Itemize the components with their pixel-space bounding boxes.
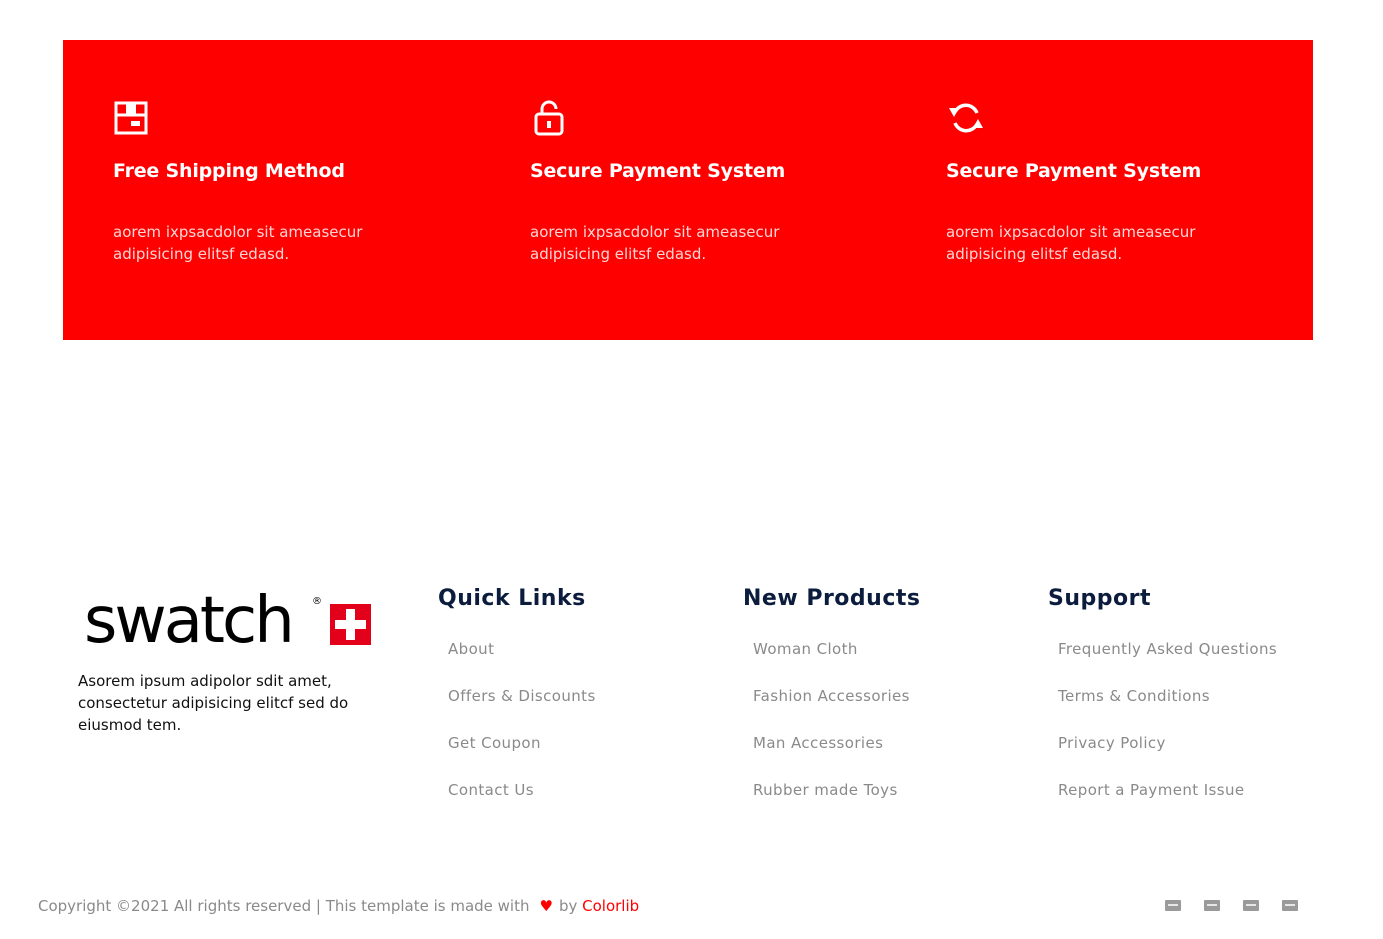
footer-link-list: About Offers & Discounts Get Coupon Cont… — [448, 638, 596, 826]
footer-heading: Support — [1048, 586, 1151, 611]
footer-link-coupon[interactable]: Get Coupon — [448, 732, 596, 779]
footer-link-privacy[interactable]: Privacy Policy — [1058, 732, 1277, 779]
footer-link-list: Woman Cloth Fashion Accessories Man Acce… — [753, 638, 920, 826]
footer-link-woman-cloth[interactable]: Woman Cloth — [753, 638, 920, 685]
card-icon — [1165, 900, 1181, 911]
features-band: Free Shipping Method aorem ixpsacdolor s… — [63, 40, 1313, 340]
copyright-prefix: Copyright ©2021 All rights reserved | Th… — [38, 897, 530, 915]
payment-icons — [1165, 900, 1298, 911]
feature-description: aorem ixpsacdolor sit ameasecur adipisic… — [530, 223, 780, 263]
copyright-by: by — [558, 897, 578, 915]
footer-about-text: Asorem ipsum adipolor sdit amet, consect… — [78, 672, 349, 734]
footer-col-support: Support Frequently Asked Questions Terms… — [1048, 582, 1277, 826]
footer-link-offers[interactable]: Offers & Discounts — [448, 685, 596, 732]
footer-col-quick-links: Quick Links About Offers & Discounts Get… — [438, 582, 596, 826]
footer-link-fashion-accessories[interactable]: Fashion Accessories — [753, 685, 920, 732]
swatch-logo[interactable]: swatch ® — [84, 584, 374, 658]
footer-link-report-payment[interactable]: Report a Payment Issue — [1058, 779, 1277, 826]
feature-description: aorem ixpsacdolor sit ameasecur adipisic… — [113, 223, 363, 263]
footer-heading: New Products — [743, 586, 921, 611]
feature-description: aorem ixpsacdolor sit ameasecur adipisic… — [946, 223, 1196, 263]
stripe-icon — [1282, 900, 1298, 911]
footer-link-terms[interactable]: Terms & Conditions — [1058, 685, 1277, 732]
feature-title: Free Shipping Method — [113, 160, 345, 182]
copyright-text: Copyright ©2021 All rights reserved | Th… — [38, 895, 639, 917]
feature-title: Secure Payment System — [530, 160, 786, 182]
footer-link-list: Frequently Asked Questions Terms & Condi… — [1058, 638, 1277, 826]
footer-heading: Quick Links — [438, 586, 586, 611]
feature-title: Secure Payment System — [946, 160, 1202, 182]
footer-link-faq[interactable]: Frequently Asked Questions — [1058, 638, 1277, 685]
footer-link-rubber-toys[interactable]: Rubber made Toys — [753, 779, 920, 826]
colorlib-link[interactable]: Colorlib — [582, 897, 639, 915]
footer-col-new-products: New Products Woman Cloth Fashion Accesso… — [743, 582, 920, 826]
footer-link-contact[interactable]: Contact Us — [448, 779, 596, 826]
footer-link-man-accessories[interactable]: Man Accessories — [753, 732, 920, 779]
box-icon — [113, 100, 149, 136]
visa-icon — [1243, 900, 1259, 911]
svg-text:®: ® — [312, 596, 322, 607]
footer-link-about[interactable]: About — [448, 638, 596, 685]
refresh-icon — [946, 100, 983, 136]
logo-wordmark: swatch — [84, 592, 292, 652]
heart-icon: ♥ — [539, 897, 553, 915]
unlock-icon — [530, 100, 566, 136]
paypal-icon — [1204, 900, 1220, 911]
